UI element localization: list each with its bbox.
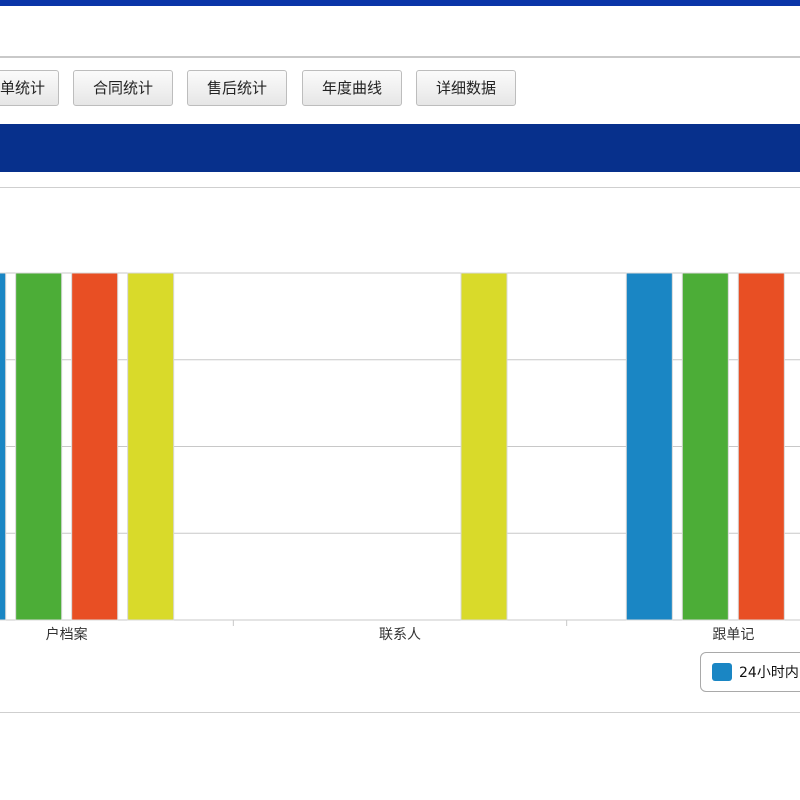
chart-x-axis <box>232 620 568 626</box>
bar-2-2[interactable] <box>737 272 785 621</box>
bar-2-1[interactable] <box>681 272 729 621</box>
bar-1-3[interactable] <box>460 272 508 621</box>
legend-swatch <box>712 663 732 681</box>
bar-0-0[interactable] <box>0 272 7 621</box>
chart-legend[interactable]: 24小时内 <box>700 652 800 692</box>
bar-0-1[interactable] <box>15 272 63 621</box>
category-label: 联系人 <box>379 627 421 643</box>
bar-0-3[interactable] <box>127 272 175 621</box>
chart-category-labels: 户档案 联系人 跟单记 <box>46 626 755 643</box>
bar-2-0[interactable] <box>625 272 673 621</box>
category-label: 户档案 <box>46 626 88 643</box>
bar-0-2[interactable] <box>71 272 119 621</box>
bar-chart: 户档案 联系人 跟单记 <box>0 272 800 643</box>
legend-label: 24小时内 <box>739 665 799 681</box>
category-label: 跟单记 <box>712 627 754 643</box>
chart-gridlines <box>0 272 800 621</box>
